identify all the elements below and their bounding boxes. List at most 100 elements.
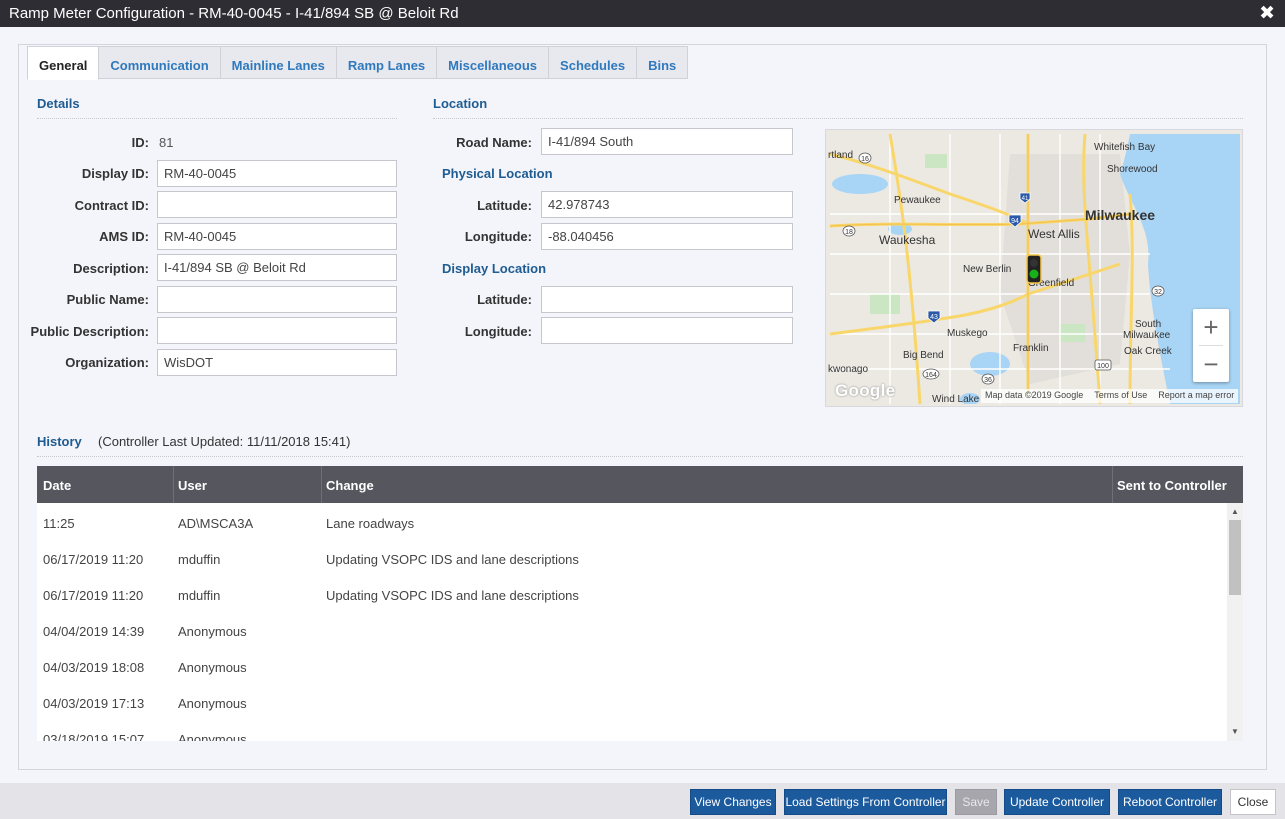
- tab-bins[interactable]: Bins: [636, 46, 689, 79]
- column-user[interactable]: User: [178, 478, 207, 493]
- map-data-credit: Map data ©2019 Google: [985, 390, 1084, 400]
- interstate-41-shield: 41: [1019, 192, 1031, 204]
- row-user: Anonymous: [178, 624, 247, 639]
- ams-id-label: AMS ID:: [99, 229, 149, 244]
- map-label-south: South: [1135, 319, 1162, 330]
- id-value: 81: [159, 135, 174, 150]
- tab-communication[interactable]: Communication: [98, 46, 221, 79]
- ams-id-field[interactable]: RM-40-0045: [157, 223, 397, 250]
- map-label-milwaukee: Milwaukee: [1085, 207, 1156, 223]
- row-change: Updating VSOPC IDS and lane descriptions: [326, 588, 579, 603]
- display-id-field[interactable]: RM-40-0045: [157, 160, 397, 187]
- contract-id-field[interactable]: [157, 191, 397, 218]
- display-longitude-field[interactable]: [541, 317, 793, 344]
- table-row[interactable]: 06/17/2019 11:20 mduffin Updating VSOPC …: [37, 540, 1227, 576]
- save-button[interactable]: Save: [955, 789, 997, 815]
- close-icon[interactable]: ✖: [1259, 2, 1275, 25]
- description-field[interactable]: I-41/894 SB @ Beloit Rd: [157, 254, 397, 281]
- map-report-error-link[interactable]: Report a map error: [1158, 390, 1234, 402]
- ramp-meter-marker-icon[interactable]: [1025, 254, 1043, 284]
- zoom-in-button[interactable]: +: [1193, 309, 1229, 345]
- map-label-muskego: Muskego: [947, 328, 988, 339]
- history-title: History: [37, 434, 82, 449]
- map-zoom-controls: + −: [1193, 309, 1229, 382]
- public-description-label: Public Description:: [30, 324, 149, 339]
- route-16-shield: 16: [858, 152, 872, 164]
- table-row[interactable]: 06/17/2019 11:20 mduffin Updating VSOPC …: [37, 576, 1227, 612]
- interstate-43-shield: 43: [927, 310, 941, 324]
- physical-longitude-field[interactable]: -88.040456: [541, 223, 793, 250]
- load-settings-button[interactable]: Load Settings From Controller: [784, 789, 947, 815]
- public-description-field[interactable]: [157, 317, 397, 344]
- display-latitude-field[interactable]: [541, 286, 793, 313]
- scroll-down-icon[interactable]: ▼: [1231, 727, 1239, 736]
- window-title: Ramp Meter Configuration - RM-40-0045 - …: [9, 5, 459, 22]
- map-label-shorewood: Shorewood: [1107, 164, 1158, 175]
- map-label-big-bend: Big Bend: [903, 350, 944, 361]
- location-divider: [433, 118, 1243, 119]
- history-grid-body: 11:25 AD\MSCA3A Lane roadways 06/17/2019…: [37, 503, 1243, 741]
- location-map[interactable]: 16 41 94 18 43 32 164 36 100 rtland Whit…: [825, 129, 1243, 407]
- svg-text:18: 18: [845, 229, 853, 236]
- map-label-wind-lake: Wind Lake: [932, 394, 980, 405]
- road-name-field[interactable]: I-41/894 South: [541, 128, 793, 155]
- display-longitude-label: Longitude:: [464, 324, 532, 339]
- map-label-kwonago: kwonago: [828, 364, 869, 375]
- row-date: 04/04/2019 14:39: [43, 624, 145, 639]
- history-scrollbar[interactable]: ▲ ▼: [1227, 503, 1243, 741]
- contract-id-label: Contract ID:: [74, 198, 149, 213]
- map-label-pewaukee: Pewaukee: [894, 195, 941, 206]
- organization-field[interactable]: WisDOT: [157, 349, 397, 376]
- row-user: mduffin: [178, 552, 221, 567]
- column-change[interactable]: Change: [326, 478, 374, 493]
- row-user: AD\MSCA3A: [178, 516, 254, 531]
- svg-text:94: 94: [1011, 218, 1019, 225]
- tab-ramp-lanes[interactable]: Ramp Lanes: [335, 46, 438, 79]
- route-164-shield: 164: [922, 368, 940, 380]
- map-label-artland: rtland: [828, 150, 854, 161]
- public-name-field[interactable]: [157, 286, 397, 313]
- details-title: Details: [37, 96, 80, 111]
- id-label: ID:: [131, 135, 149, 150]
- column-sent-to-controller[interactable]: Sent to Controller: [1117, 478, 1227, 493]
- svg-text:41: 41: [1022, 196, 1029, 202]
- zoom-out-button[interactable]: −: [1193, 346, 1229, 382]
- tab-bar: General Communication Mainline Lanes Ram…: [27, 46, 689, 80]
- tab-general[interactable]: General: [27, 46, 100, 80]
- route-36-shield: 36: [981, 373, 995, 385]
- history-divider: [37, 456, 1243, 457]
- view-changes-button[interactable]: View Changes: [690, 789, 776, 815]
- row-date: 04/03/2019 18:08: [43, 660, 145, 675]
- tab-miscellaneous[interactable]: Miscellaneous: [436, 46, 550, 79]
- close-button[interactable]: Close: [1230, 789, 1276, 815]
- svg-text:43: 43: [930, 314, 938, 321]
- scroll-up-icon[interactable]: ▲: [1231, 507, 1239, 516]
- map-label-west-allis: West Allis: [1028, 227, 1080, 241]
- details-divider: [37, 118, 397, 119]
- table-row[interactable]: 04/03/2019 18:08 Anonymous: [37, 648, 1227, 684]
- row-user: Anonymous: [178, 660, 247, 675]
- physical-latitude-field[interactable]: 42.978743: [541, 191, 793, 218]
- scroll-thumb[interactable]: [1229, 520, 1241, 595]
- route-18-shield: 18: [842, 225, 856, 237]
- map-label-waukesha: Waukesha: [879, 233, 936, 247]
- table-row[interactable]: 04/04/2019 14:39 Anonymous: [37, 612, 1227, 648]
- row-date: 03/18/2019 15:07: [43, 732, 145, 741]
- row-user: mduffin: [178, 588, 221, 603]
- svg-text:164: 164: [925, 372, 937, 379]
- table-row[interactable]: 03/18/2019 15:07 Anonymous: [37, 720, 1227, 741]
- svg-text:36: 36: [984, 377, 992, 384]
- map-terms-link[interactable]: Terms of Use: [1094, 390, 1147, 402]
- update-controller-button[interactable]: Update Controller: [1004, 789, 1110, 815]
- row-user: Anonymous: [178, 732, 247, 741]
- table-row[interactable]: 04/03/2019 17:13 Anonymous: [37, 684, 1227, 720]
- column-date[interactable]: Date: [43, 478, 71, 493]
- tab-schedules[interactable]: Schedules: [548, 46, 638, 79]
- table-row[interactable]: 11:25 AD\MSCA3A Lane roadways: [37, 504, 1227, 540]
- reboot-controller-button[interactable]: Reboot Controller: [1118, 789, 1222, 815]
- row-change: Updating VSOPC IDS and lane descriptions: [326, 552, 579, 567]
- map-label-south-milwaukee: Milwaukee: [1123, 330, 1171, 341]
- route-100-shield: 100: [1094, 359, 1112, 371]
- display-location-title: Display Location: [442, 261, 547, 276]
- tab-mainline-lanes[interactable]: Mainline Lanes: [219, 46, 337, 79]
